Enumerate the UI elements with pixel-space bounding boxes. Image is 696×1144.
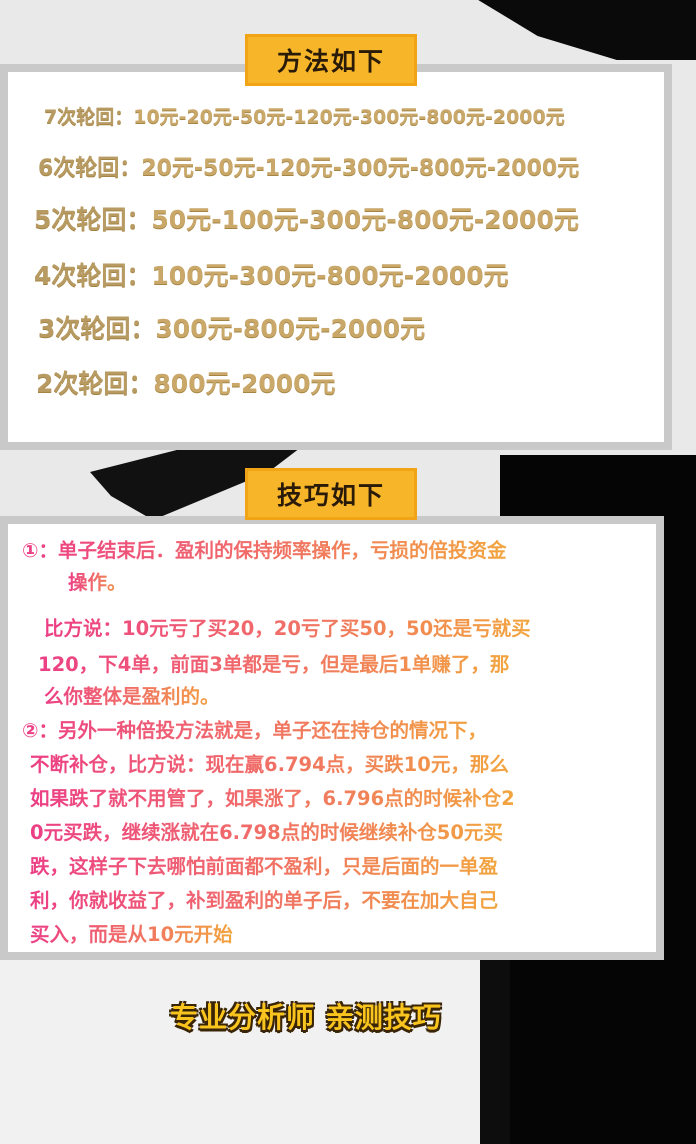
method-header: 方法如下 [245,34,417,86]
round-sequence: 800元-2000元 [153,369,336,398]
tip-2-line-4: 0元买跌，继续涨就在6.798点的时候继续补仓50元买 [30,816,503,850]
tip-2-line-2: 不断补仓，比方说：现在赢6.794点，买跌10元，那么 [30,748,509,782]
tip-2-line-7: 买入，而是从10元开始 [30,918,233,952]
round-5: 5次轮回：50元-100元-300元-800元-2000元 [34,200,579,236]
round-7: 7次轮回：10元-20元-50元-120元-300元-800元-2000元 [44,102,565,129]
tips-panel: ①：单子结束后．盈利的保持频率操作，亏损的倍投资金 操作。 比方说：10元亏了买… [0,516,664,960]
round-sequence: 300元-800元-2000元 [155,314,426,343]
round-3: 3次轮回：300元-800元-2000元 [38,309,425,345]
example-line-1: 比方说：10元亏了买20，20亏了买50，50还是亏就买 [44,612,531,646]
tip-1-line-1: ①：单子结束后．盈利的保持频率操作，亏损的倍投资金 [22,534,507,568]
round-label: 4次轮回： [34,261,152,290]
tip-2-line-3: 如果跌了就不用管了，如果涨了，6.796点的时候补仓2 [30,782,515,816]
tip-2-line-1: ②：另外一种倍投方法就是，单子还在持仓的情况下， [22,714,487,748]
tips-header: 技巧如下 [245,468,417,520]
round-label: 5次轮回： [34,205,152,234]
round-label: 2次轮回： [36,369,154,398]
round-6: 6次轮回：20元-50元-120元-300元-800元-2000元 [38,150,579,182]
round-sequence: 50元-100元-300元-800元-2000元 [151,205,579,234]
tip-2-line-6: 利，你就收益了，补到盈利的单子后，不要在加大自己 [30,884,498,918]
round-label: 7次轮回： [44,106,134,128]
round-sequence: 100元-300元-800元-2000元 [151,261,509,290]
example-line-3: 么你整体是盈利的。 [44,680,220,714]
method-panel: 7次轮回：10元-20元-50元-120元-300元-800元-2000元 6次… [0,64,672,450]
round-label: 6次轮回： [38,156,142,181]
background-stroke [480,960,510,1144]
footer-slogan: 专业分析师 亲测技巧 [170,1001,442,1034]
round-sequence: 20元-50元-120元-300元-800元-2000元 [141,156,580,181]
round-sequence: 10元-20元-50元-120元-300元-800元-2000元 [133,106,565,128]
tip-2-line-5: 跌，这样子下去哪怕前面都不盈利，只是后面的一单盈 [30,850,498,884]
round-label: 3次轮回： [38,314,156,343]
round-4: 4次轮回：100元-300元-800元-2000元 [34,256,509,292]
tip-1-line-2: 操作。 [68,566,127,600]
round-2: 2次轮回：800元-2000元 [36,364,336,400]
example-line-2: 120，下4单，前面3单都是亏，但是最后1单赚了，那 [38,648,509,682]
background-bottom [0,960,490,1144]
